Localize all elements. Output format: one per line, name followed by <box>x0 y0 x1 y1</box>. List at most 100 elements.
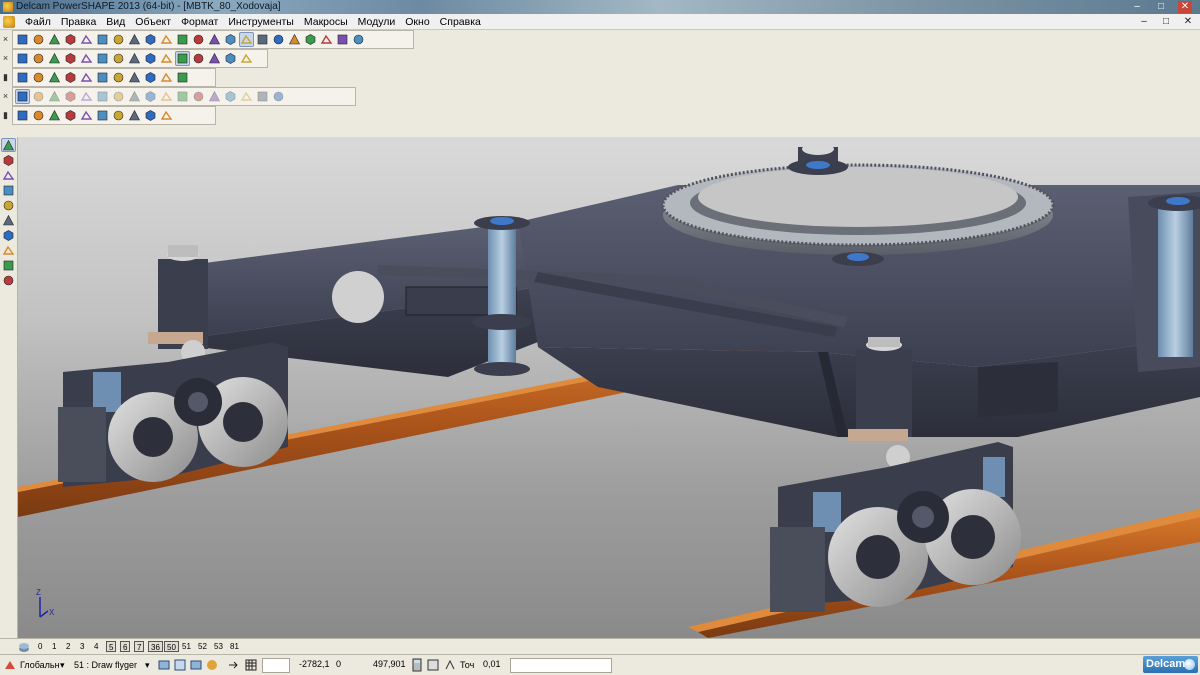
menu-modules[interactable]: Модули <box>353 14 401 30</box>
level-0[interactable]: 0 <box>36 641 44 652</box>
surface-revolve-icon[interactable] <box>95 70 110 85</box>
boolean-intersect-icon[interactable] <box>255 89 270 104</box>
grid-icon[interactable] <box>244 658 258 672</box>
drag-icon[interactable] <box>287 32 302 47</box>
lasso-icon[interactable] <box>271 32 286 47</box>
redo-icon[interactable] <box>191 32 206 47</box>
tolerance-icon[interactable] <box>443 658 457 672</box>
copy-icon[interactable] <box>111 32 126 47</box>
chevron-down-icon[interactable]: ▾ <box>145 658 155 673</box>
level-3[interactable]: 3 <box>78 641 86 652</box>
mdi-restore-button[interactable]: □ <box>1160 16 1172 28</box>
workplane-icon[interactable] <box>3 658 17 672</box>
primitive-cylinder-icon[interactable] <box>127 70 142 85</box>
toolbar-grip[interactable]: × <box>1 32 10 47</box>
menu-view[interactable]: Вид <box>101 14 130 30</box>
fillet-icon[interactable] <box>175 89 190 104</box>
wireframe-to-solid-icon[interactable] <box>127 108 142 123</box>
surface-analysis-icon[interactable] <box>143 108 158 123</box>
menu-file[interactable]: Файл <box>20 14 56 30</box>
solid-icon[interactable] <box>1 228 16 242</box>
wireframe-icon[interactable] <box>223 32 238 47</box>
circle-select-icon[interactable] <box>255 32 270 47</box>
toolbar-grip[interactable]: × <box>1 51 10 66</box>
levels-icon[interactable] <box>18 641 30 653</box>
polygon-icon[interactable] <box>1 213 16 227</box>
delete-icon[interactable] <box>143 32 158 47</box>
tolerance-field[interactable]: 0,01 <box>480 658 510 673</box>
boolean-add-icon[interactable] <box>223 89 238 104</box>
view-front-icon[interactable] <box>31 51 46 66</box>
level-6[interactable]: 6 <box>120 641 131 652</box>
zoom-window-icon[interactable] <box>79 51 94 66</box>
view-side-icon[interactable] <box>47 51 62 66</box>
paste-icon[interactable] <box>127 32 142 47</box>
toolbar-grip[interactable]: ▮ <box>1 70 10 85</box>
select-arrow-icon[interactable] <box>1 138 16 152</box>
solid-torus-icon[interactable] <box>79 89 94 104</box>
workplane-icon[interactable] <box>303 32 318 47</box>
shell-icon[interactable] <box>207 89 222 104</box>
wire-shaded-icon[interactable] <box>191 51 206 66</box>
surface-torus-icon[interactable] <box>63 70 78 85</box>
dimension-icon[interactable] <box>1 243 16 257</box>
maximize-button[interactable]: □ <box>1154 1 1168 13</box>
menu-tools[interactable]: Инструменты <box>223 14 298 30</box>
level-51[interactable]: 51 <box>180 641 193 652</box>
mdi-close-button[interactable]: ✕ <box>1182 16 1194 28</box>
pan-icon[interactable] <box>111 51 126 66</box>
units-icon[interactable] <box>426 658 440 672</box>
save-as-icon[interactable] <box>63 32 78 47</box>
dimension-icon[interactable] <box>207 32 222 47</box>
level-4[interactable]: 4 <box>92 641 100 652</box>
rectangle-icon[interactable] <box>1 198 16 212</box>
general-edit-icon[interactable] <box>173 658 187 672</box>
coord-y-field[interactable]: 0 <box>333 658 369 673</box>
new-file-icon[interactable] <box>15 32 30 47</box>
sweep-icon[interactable] <box>159 89 174 104</box>
primitive-block-icon[interactable] <box>111 70 126 85</box>
boolean-subtract-icon[interactable] <box>239 89 254 104</box>
coord-z-field[interactable]: 497,901 <box>370 658 406 673</box>
level-2[interactable]: 2 <box>64 641 72 652</box>
grid-size-field[interactable] <box>262 658 290 673</box>
level-81[interactable]: 81 <box>228 641 241 652</box>
level-36[interactable]: 36 <box>148 641 163 652</box>
arc-icon[interactable] <box>1 183 16 197</box>
surface-plane-icon[interactable] <box>15 70 30 85</box>
undo-icon[interactable] <box>175 32 190 47</box>
print-icon[interactable] <box>79 32 94 47</box>
section-icon[interactable] <box>47 108 62 123</box>
snap-icon[interactable] <box>157 658 171 672</box>
line-icon[interactable] <box>1 168 16 182</box>
app-icon[interactable] <box>3 2 13 12</box>
select-all-icon[interactable] <box>159 32 174 47</box>
mdi-minimize-button[interactable]: – <box>1138 16 1150 28</box>
arrow-right-icon[interactable] <box>226 658 240 672</box>
menu-macros[interactable]: Макросы <box>299 14 353 30</box>
curve-icon[interactable] <box>1 258 16 272</box>
blend-icon[interactable] <box>175 70 190 85</box>
solid-cone-icon[interactable] <box>47 89 62 104</box>
level-53[interactable]: 53 <box>212 641 225 652</box>
boolean-icon[interactable] <box>143 70 158 85</box>
minimize-button[interactable]: – <box>1130 1 1144 13</box>
object-snap-icon[interactable] <box>189 658 203 672</box>
level-7[interactable]: 7 <box>134 641 145 652</box>
open-file-icon[interactable] <box>31 32 46 47</box>
snap-icon[interactable] <box>335 32 350 47</box>
cut-icon[interactable] <box>95 32 110 47</box>
select-cursor-icon[interactable] <box>239 32 254 47</box>
surface-extrude-icon[interactable] <box>79 70 94 85</box>
solid-block-icon[interactable] <box>15 89 30 104</box>
command-input[interactable] <box>510 658 612 673</box>
assembly-icon[interactable] <box>15 108 30 123</box>
surface-sphere-icon[interactable] <box>31 70 46 85</box>
calculator-icon[interactable] <box>410 658 424 672</box>
measure-icon[interactable] <box>319 32 334 47</box>
view-top-icon[interactable] <box>15 51 30 66</box>
workplane-snap-icon[interactable] <box>205 658 219 672</box>
coord-x-field[interactable]: -2782,1 <box>296 658 330 673</box>
chevron-down-icon[interactable]: ▾ <box>60 658 70 673</box>
level-52[interactable]: 52 <box>196 641 209 652</box>
